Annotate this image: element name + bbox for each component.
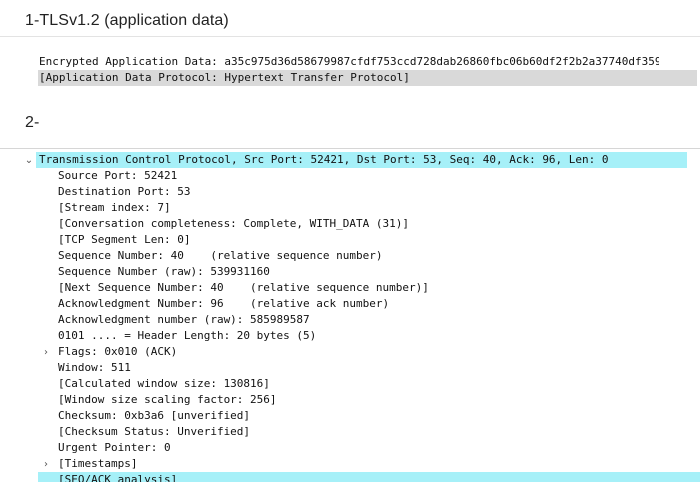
tree-row-flags[interactable]: Flags: 0x010 (ACK) xyxy=(58,344,177,360)
tree-row-destination-port[interactable]: Destination Port: 53 xyxy=(58,184,190,200)
tree-row-encrypted-data[interactable]: Encrypted Application Data: a35c975d36d5… xyxy=(39,54,659,70)
tree-row-timestamps[interactable]: [Timestamps] xyxy=(58,456,137,472)
packet-details-pane-tls[interactable]: ____ ___ Encrypted Application Data: a35… xyxy=(0,36,700,97)
section-1-heading: 1-TLSv1.2 (application data) xyxy=(25,12,229,29)
tree-row-next-sequence-number[interactable]: [Next Sequence Number: 40 (relative sequ… xyxy=(58,280,429,296)
section-2-heading: 2- xyxy=(25,114,40,131)
collapse-chevron-icon[interactable]: › xyxy=(40,345,52,361)
tree-row-window[interactable]: Window: 511 xyxy=(58,360,131,376)
clipped-row: ____ ___ xyxy=(40,37,120,41)
tree-row-source-port[interactable]: Source Port: 52421 xyxy=(58,168,177,184)
tree-row-header-length[interactable]: 0101 .... = Header Length: 20 bytes (5) xyxy=(58,328,316,344)
packet-details-pane-tcp[interactable]: ⌄ Transmission Control Protocol, Src Por… xyxy=(0,148,700,494)
tree-row-acknowledgment-number[interactable]: Acknowledgment Number: 96 (relative ack … xyxy=(58,296,389,312)
tree-row-stream-index[interactable]: [Stream index: 7] xyxy=(58,200,171,216)
tree-row-checksum-status[interactable]: [Checksum Status: Unverified] xyxy=(58,424,250,440)
tree-row-acknowledgment-number-raw[interactable]: Acknowledgment number (raw): 585989587 xyxy=(58,312,310,328)
collapse-chevron-icon[interactable]: › xyxy=(40,457,52,473)
tree-row-checksum[interactable]: Checksum: 0xb3a6 [unverified] xyxy=(58,408,250,424)
tree-row-tcp-header[interactable]: Transmission Control Protocol, Src Port:… xyxy=(36,152,687,168)
tree-row-window-scaling-factor[interactable]: [Window size scaling factor: 256] xyxy=(58,392,277,408)
tree-row-sequence-number[interactable]: Sequence Number: 40 (relative sequence n… xyxy=(58,248,383,264)
tree-row-calculated-window-size[interactable]: [Calculated window size: 130816] xyxy=(58,376,270,392)
tree-row-tcp-segment-len[interactable]: [TCP Segment Len: 0] xyxy=(58,232,190,248)
tree-row-conversation-completeness[interactable]: [Conversation completeness: Complete, WI… xyxy=(58,216,409,232)
tree-row-urgent-pointer[interactable]: Urgent Pointer: 0 xyxy=(58,440,171,456)
tree-row-seq-ack-analysis[interactable]: [SEQ/ACK analysis] xyxy=(38,472,700,482)
tree-row-sequence-number-raw[interactable]: Sequence Number (raw): 539931160 xyxy=(58,264,270,280)
expand-chevron-icon[interactable]: ⌄ xyxy=(23,153,35,169)
tree-row-application-data-protocol[interactable]: [Application Data Protocol: Hypertext Tr… xyxy=(38,70,697,86)
